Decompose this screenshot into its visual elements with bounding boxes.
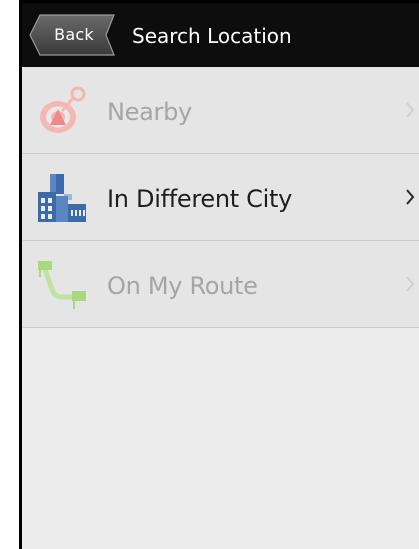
screen: Back Search Location Nearby In Different… <box>22 3 419 549</box>
search-location-menu: Nearby In Different City On My Route <box>22 67 419 328</box>
menu-item-label: Nearby <box>107 98 192 126</box>
menu-item-different-city[interactable]: In Different City <box>22 154 419 241</box>
header-bar: Back Search Location <box>22 3 419 67</box>
route-flags-icon <box>36 259 88 311</box>
back-button[interactable]: Back <box>26 14 118 56</box>
device-frame: Back Search Location Nearby In Different… <box>19 0 419 549</box>
chevron-right-icon <box>406 189 415 205</box>
menu-item-on-my-route[interactable]: On My Route <box>22 241 419 328</box>
menu-item-label: In Different City <box>107 185 293 213</box>
target-pin-icon <box>36 85 88 137</box>
menu-item-label: On My Route <box>107 272 258 300</box>
page-title: Search Location <box>132 24 292 48</box>
chevron-right-icon <box>406 276 415 292</box>
menu-item-nearby[interactable]: Nearby <box>22 67 419 154</box>
back-button-label: Back <box>54 25 94 44</box>
city-buildings-icon <box>36 172 88 224</box>
chevron-right-icon <box>406 102 415 118</box>
